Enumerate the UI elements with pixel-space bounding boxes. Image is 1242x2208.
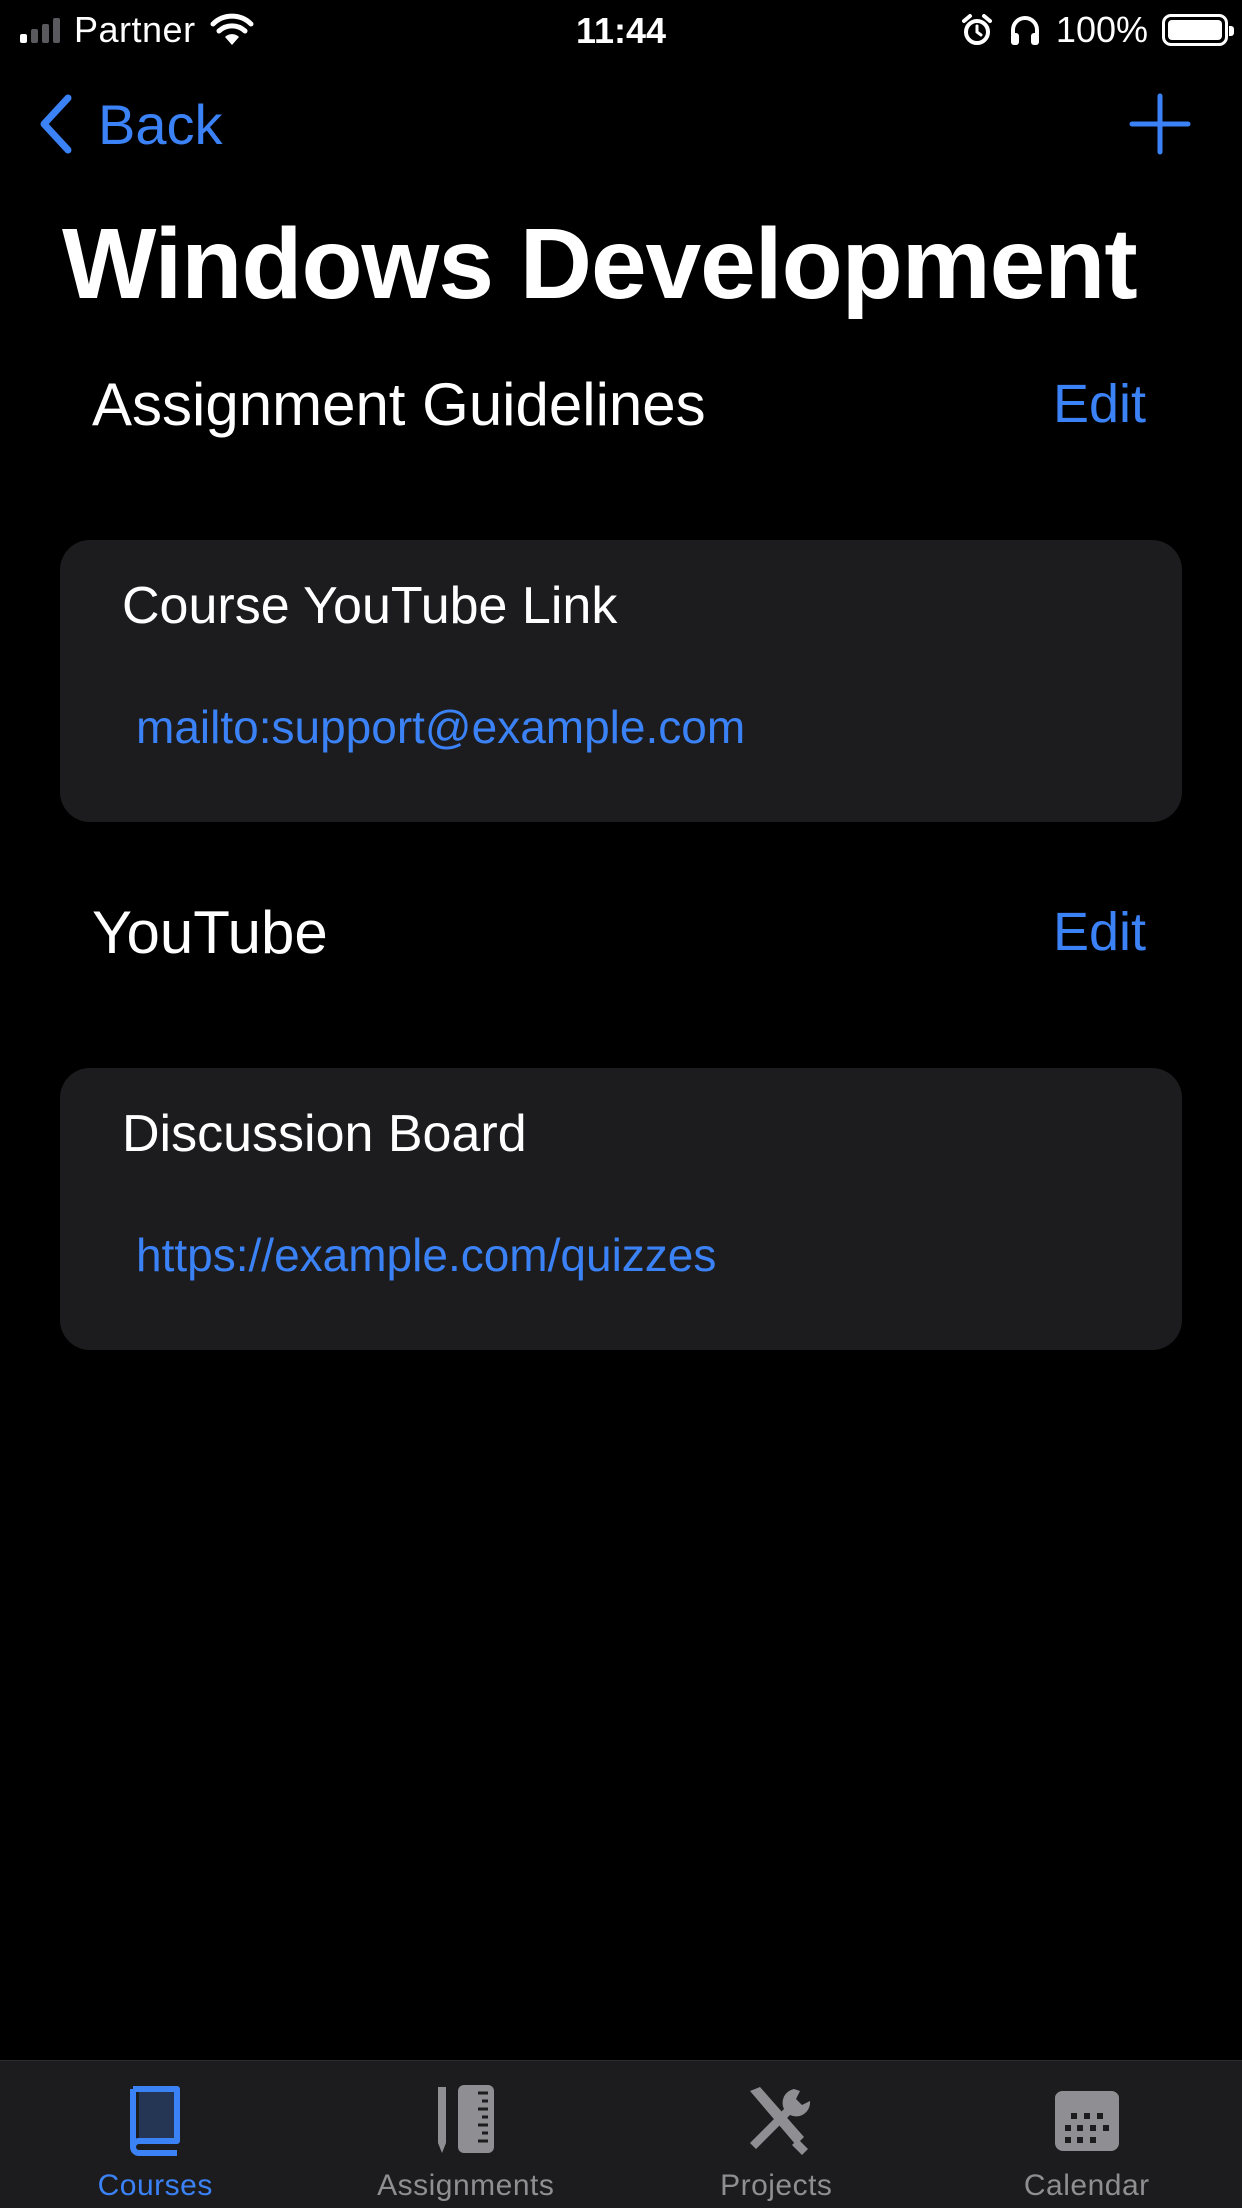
headphones-icon — [1010, 16, 1039, 45]
screen: Partner 11:44 100% Back Windows Developm… — [0, 0, 1242, 2208]
add-button[interactable] — [1128, 92, 1192, 156]
book-icon — [130, 2086, 181, 2156]
tab-projects[interactable]: Projects — [621, 2061, 932, 2208]
resource-card: Discussion Board https://example.com/qui… — [60, 1068, 1182, 1350]
tab-bar: Courses Assignments Projects Calendar — [0, 2060, 1242, 2208]
battery-icon — [1162, 14, 1234, 46]
plus-icon — [1129, 93, 1191, 155]
section-title: Assignment Guidelines — [92, 370, 706, 438]
edit-button[interactable]: Edit — [1053, 373, 1146, 435]
alarm-icon — [961, 14, 992, 45]
card-title: Discussion Board — [122, 1105, 527, 1163]
edit-button[interactable]: Edit — [1053, 901, 1146, 963]
card-link[interactable]: https://example.com/quizzes — [136, 1228, 716, 1282]
tab-label: Calendar — [1023, 2169, 1150, 2202]
section-header-youtube: YouTube Edit — [92, 892, 1146, 972]
card-title: Course YouTube Link — [122, 577, 618, 635]
tab-label: Assignments — [377, 2169, 555, 2202]
back-button[interactable]: Back — [36, 88, 223, 160]
page-title: Windows Development — [62, 208, 1138, 320]
card-link[interactable]: mailto:support@example.com — [136, 700, 745, 754]
tab-courses[interactable]: Courses — [0, 2061, 311, 2208]
calendar-icon — [1054, 2091, 1119, 2151]
section-header-assignment-guidelines: Assignment Guidelines Edit — [92, 364, 1146, 444]
section-title: YouTube — [92, 898, 328, 966]
back-label: Back — [98, 92, 223, 156]
tools-icon — [750, 2087, 811, 2155]
status-right: 100% — [960, 9, 1234, 50]
pencil-ruler-icon — [437, 2085, 494, 2153]
resource-card: Course YouTube Link mailto:support@examp… — [60, 540, 1182, 822]
tab-label: Projects — [720, 2169, 833, 2202]
tab-label: Courses — [97, 2169, 213, 2202]
chevron-left-icon — [40, 94, 72, 154]
tab-assignments[interactable]: Assignments — [311, 2061, 622, 2208]
tab-calendar[interactable]: Calendar — [932, 2061, 1242, 2208]
status-bar: Partner 11:44 100% — [0, 0, 1242, 62]
battery-percent: 100% — [1055, 9, 1148, 50]
battery-fill — [1168, 20, 1222, 40]
